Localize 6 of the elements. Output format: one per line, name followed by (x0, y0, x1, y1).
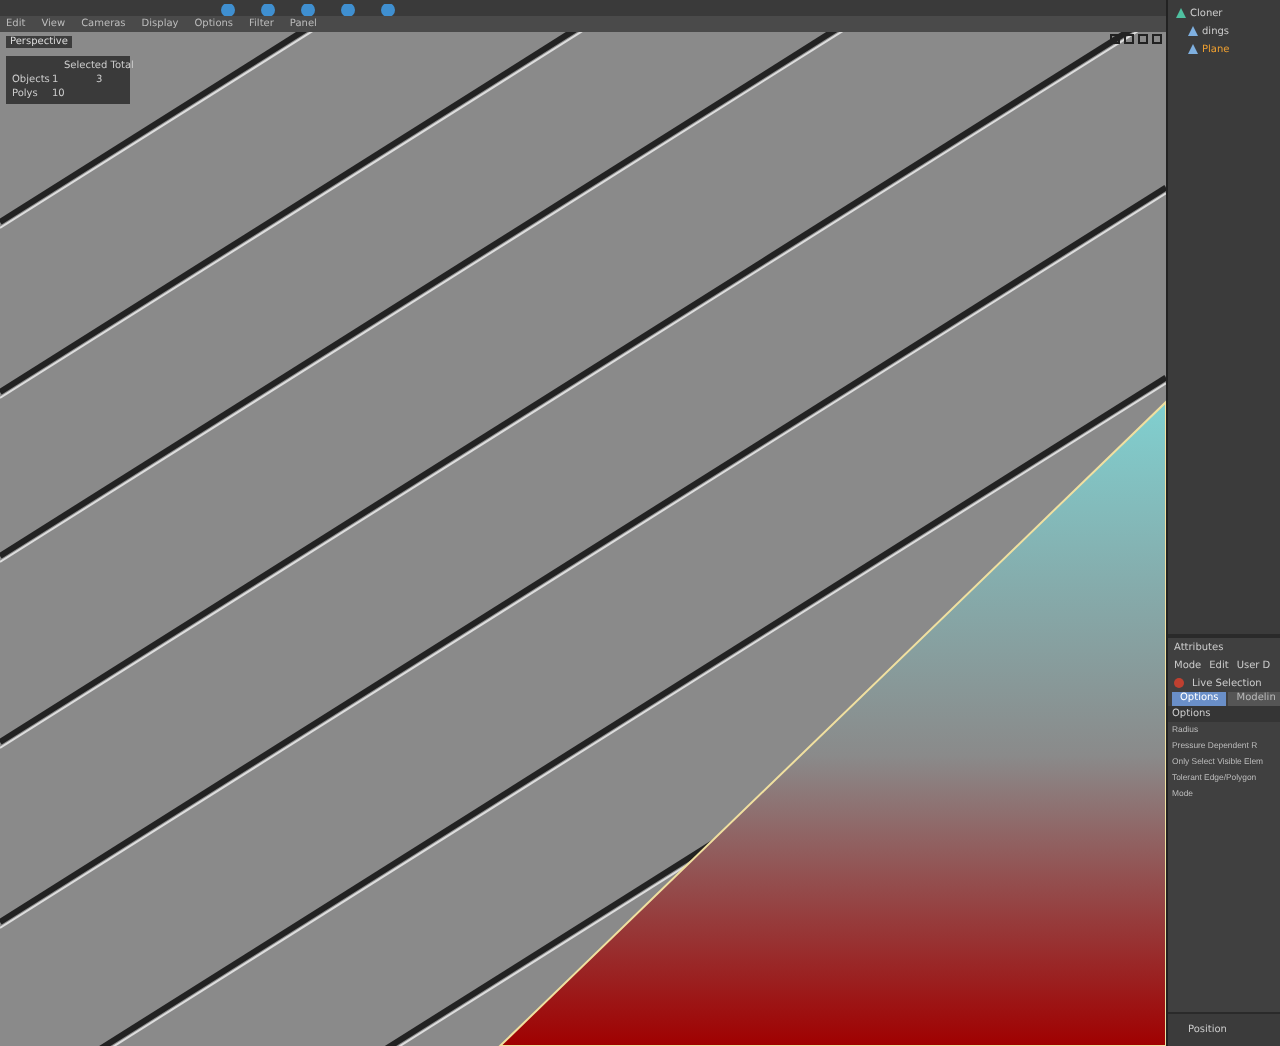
tool-icon (1174, 678, 1184, 688)
toolbar-icon[interactable] (380, 4, 396, 16)
toolbar-icon[interactable] (340, 4, 356, 16)
toolbar-icon[interactable] (260, 4, 276, 16)
toolbar-icon[interactable] (300, 4, 316, 16)
toolbar-icon[interactable] (220, 4, 236, 16)
